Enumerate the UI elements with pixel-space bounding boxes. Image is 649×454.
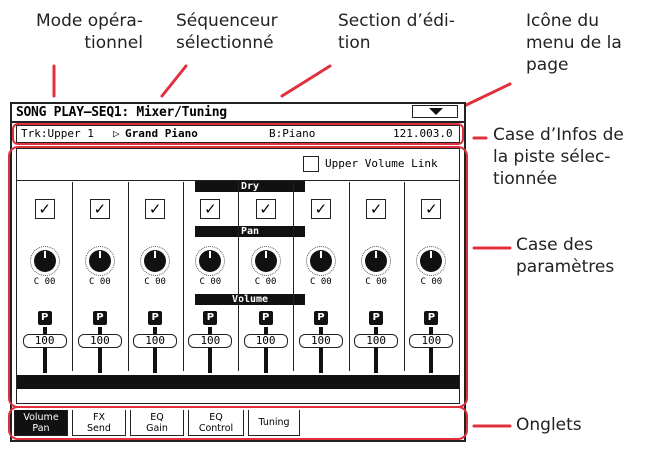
page-menu-button[interactable] — [412, 105, 458, 118]
info-highlight — [12, 123, 464, 145]
callout-mode: Mode opéra- tionnel — [36, 11, 143, 53]
triangle-down-icon — [429, 108, 443, 115]
title-bar: SONG PLAY–SEQ1: Mixer/Tuning — [12, 104, 464, 123]
callout-track-info: Case d’Infos de la piste sélec- tionnée — [493, 125, 624, 189]
callout-menu-icon: Icône du menu de la page — [526, 11, 622, 75]
params-highlight — [8, 146, 468, 408]
page-title: SONG PLAY–SEQ1: Mixer/Tuning — [16, 105, 227, 120]
callout-params: Case des paramètres — [516, 235, 615, 277]
callout-tabs: Onglets — [516, 415, 582, 435]
tabs-highlight — [8, 406, 468, 440]
callout-sequencer: Séquenceur sélectionné — [176, 11, 278, 53]
lcd-screen: SONG PLAY–SEQ1: Mixer/Tuning Trk:Upper 1… — [8, 102, 468, 442]
callout-edit-section: Section d’édi- tion — [338, 11, 455, 53]
